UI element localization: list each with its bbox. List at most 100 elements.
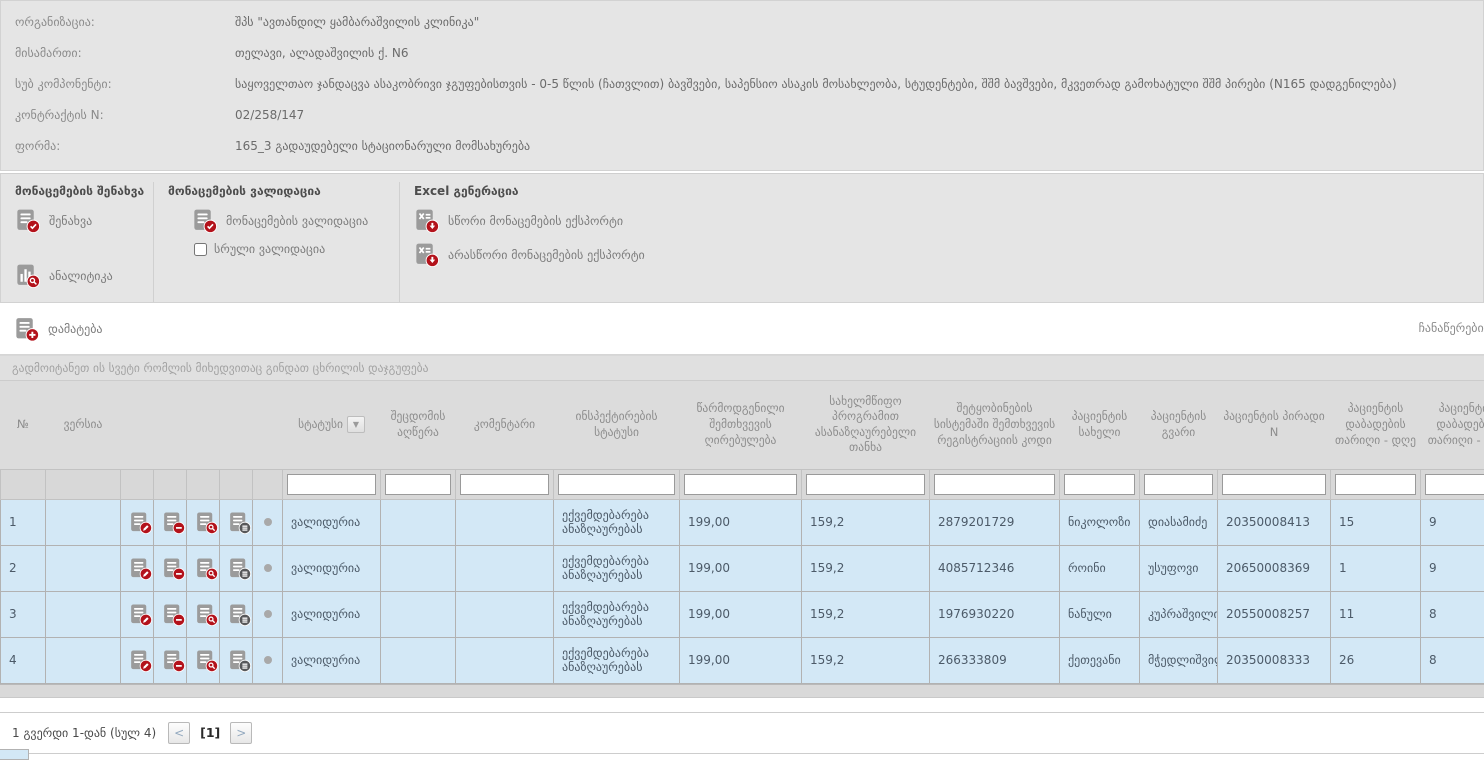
cell-personal-n: 20550008257 (1218, 591, 1331, 637)
col-header-presented-cost[interactable]: წარმოდგენილი შემთხვევის ღირებულება (680, 381, 802, 469)
view-icon (195, 511, 218, 534)
cell-version (46, 545, 121, 591)
cell-birth-month: 8 (1421, 591, 1484, 637)
row-delete-button[interactable] (154, 637, 187, 683)
cell-inspection: ექვემდებარება ანაზღაურებას (554, 545, 680, 591)
contract-value: 02/258/147 (235, 108, 314, 122)
filter-last-name-input[interactable] (1144, 474, 1213, 495)
col-header-version[interactable]: ვერსია (46, 381, 121, 469)
col-header-birth-month[interactable]: პაციენტის დაბადების თარიღი - თვე (1421, 381, 1484, 469)
view-icon (195, 649, 218, 672)
save-group: მონაცემების შენახვა შენახვა ანალიტიკა (1, 182, 153, 302)
subcomponent-value: საყოველთაო ჯანდაცვა ასაკობრივი ჯგუფებისთ… (235, 77, 1407, 91)
header-row: № ვერსია სტატუსი▼ შეცდომის აღწერა კომენტ… (1, 381, 1484, 469)
col-header-state-amount[interactable]: სახელმწიფო პროგრამით ასანაზღაურებელი თან… (802, 381, 930, 469)
current-page-indicator[interactable]: [1] (198, 725, 222, 740)
row-edit-button[interactable] (121, 637, 154, 683)
cell-state-amount: 159,2 (802, 591, 930, 637)
cell-last-name: დიასამიძე (1140, 499, 1218, 545)
col-header-first-name[interactable]: პაციენტის სახელი (1060, 381, 1140, 469)
form-value: 165_3 გადაუდებელი სტაციონარული მომსახურე… (235, 139, 540, 153)
pagination-bar: 1 გვერდი 1-დან (სულ 4) < [1] > (0, 712, 1484, 754)
cell-comment (456, 637, 554, 683)
validate-button-label: მონაცემების ვალიდაცია (226, 214, 368, 228)
pagination-summary: 1 გვერდი 1-დან (სულ 4) (12, 726, 156, 740)
row-view-button[interactable] (187, 545, 220, 591)
row-edit-button[interactable] (121, 499, 154, 545)
cell-error (381, 499, 456, 545)
row-radio[interactable] (253, 591, 283, 637)
export-valid-button[interactable]: სწორი მონაცემების ექსპორტი (414, 208, 705, 233)
col-header-error[interactable]: შეცდომის აღწერა (381, 381, 456, 469)
delete-icon (162, 511, 185, 534)
save-button[interactable]: შენახვა (15, 208, 139, 233)
full-validation-row: სრული ვალიდაცია (194, 242, 385, 256)
details-icon (228, 649, 251, 672)
row-details-button[interactable] (220, 637, 253, 683)
filter-presented-cost-input[interactable] (684, 474, 797, 495)
filter-reg-code-input[interactable] (934, 474, 1055, 495)
export-valid-label: სწორი მონაცემების ექსპორტი (448, 214, 623, 228)
details-icon (228, 603, 251, 626)
row-details-button[interactable] (220, 499, 253, 545)
filter-personal-n-input[interactable] (1222, 474, 1326, 495)
col-header-comment[interactable]: კომენტარი (456, 381, 554, 469)
radio-icon (264, 518, 272, 526)
edit-icon (129, 511, 152, 534)
filter-state-amount-input[interactable] (806, 474, 925, 495)
cell-birth-month: 9 (1421, 545, 1484, 591)
row-view-button[interactable] (187, 591, 220, 637)
contract-label: კონტრაქტის N: (15, 108, 235, 122)
row-edit-button[interactable] (121, 591, 154, 637)
row-details-button[interactable] (220, 545, 253, 591)
row-radio[interactable] (253, 637, 283, 683)
filter-inspection-input[interactable] (558, 474, 675, 495)
table-row: 1 ვალიდურია ექვემდებარება ანაზღაურებას 1… (1, 499, 1484, 545)
row-radio[interactable] (253, 545, 283, 591)
analytics-button[interactable]: ანალიტიკა (15, 263, 139, 288)
row-delete-button[interactable] (154, 499, 187, 545)
row-edit-button[interactable] (121, 545, 154, 591)
next-page-button[interactable]: > (230, 722, 252, 744)
edit-icon (129, 557, 152, 580)
add-button-label: დამატება (48, 322, 103, 336)
col-header-birth-day[interactable]: პაციენტის დაბადების თარიღი - დღე (1331, 381, 1421, 469)
cell-reg-code: 4085712346 (930, 545, 1060, 591)
col-header-inspection[interactable]: ინსპექტირების სტატუსი (554, 381, 680, 469)
col-header-last-name[interactable]: პაციენტის გვარი (1140, 381, 1218, 469)
row-radio[interactable] (253, 499, 283, 545)
full-validation-checkbox[interactable] (194, 243, 207, 256)
filter-status-input[interactable] (287, 474, 376, 495)
filter-error-input[interactable] (385, 474, 451, 495)
cell-first-name: ქეთევანი (1060, 637, 1140, 683)
col-header-personal-n[interactable]: პაციენტის პირადი N (1218, 381, 1331, 469)
cell-birth-day: 11 (1331, 591, 1421, 637)
row-details-button[interactable] (220, 591, 253, 637)
radio-icon (264, 610, 272, 618)
cell-status: ვალიდურია (283, 591, 381, 637)
info-panel: ორგანიზაცია: შპს "ავთანდილ ყამბარაშვილის… (0, 0, 1484, 171)
row-view-button[interactable] (187, 499, 220, 545)
cell-status: ვალიდურია (283, 499, 381, 545)
col-header-status[interactable]: სტატუსი▼ (283, 381, 381, 469)
filter-first-name-input[interactable] (1064, 474, 1135, 495)
excel-export-icon (414, 242, 439, 267)
filter-comment-input[interactable] (460, 474, 549, 495)
cell-num: 3 (1, 591, 46, 637)
col-header-reg-code[interactable]: შეტყობინების სისტემაში შემთხვევის რეგისტ… (930, 381, 1060, 469)
col-header-num[interactable]: № (1, 381, 46, 469)
prev-page-button[interactable]: < (168, 722, 190, 744)
filter-birth-month-input[interactable] (1425, 474, 1484, 495)
filter-birth-day-input[interactable] (1335, 474, 1416, 495)
row-delete-button[interactable] (154, 545, 187, 591)
cell-presented-cost: 199,00 (680, 545, 802, 591)
validate-button[interactable]: მონაცემების ვალიდაცია (192, 208, 385, 233)
add-record-button[interactable]: დამატება (14, 315, 103, 343)
row-view-button[interactable] (187, 637, 220, 683)
export-invalid-button[interactable]: არასწორი მონაცემების ექსპორტი (414, 242, 705, 267)
cell-state-amount: 159,2 (802, 545, 930, 591)
row-delete-button[interactable] (154, 591, 187, 637)
cell-comment (456, 545, 554, 591)
status-filter-dropdown-icon[interactable]: ▼ (347, 416, 365, 433)
cell-birth-month: 8 (1421, 637, 1484, 683)
